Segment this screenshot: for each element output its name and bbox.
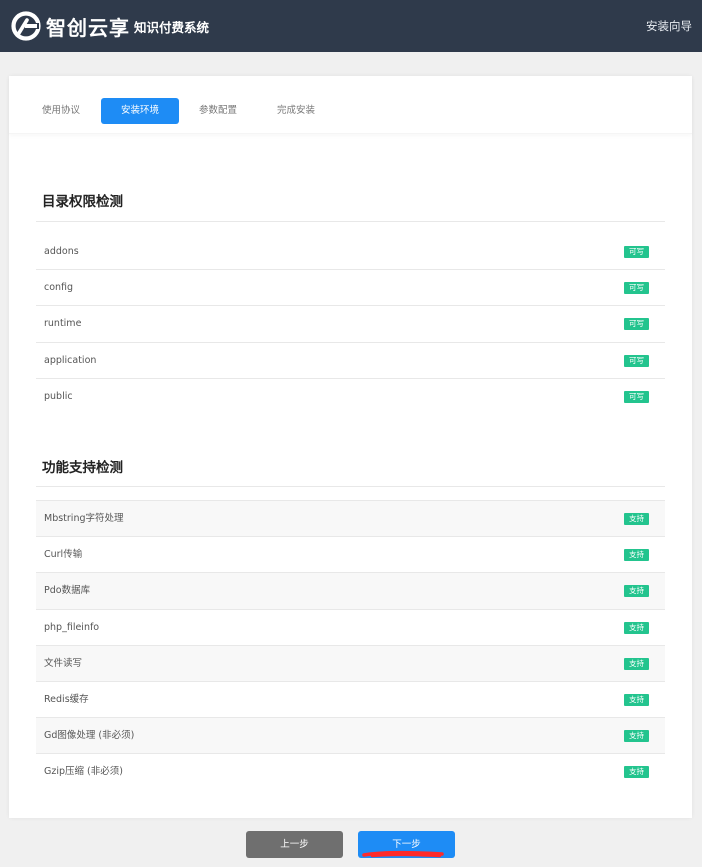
install-guide-link[interactable]: 安装向导 [646,18,692,34]
table-row: Curl传输 支持 [36,537,665,574]
red-annotation-scribble [362,850,444,858]
status-badge: 可写 [624,354,649,367]
top-header: 智创云享 知识付费系统 安装向导 [0,0,702,52]
status-badge: 可写 [624,390,649,403]
table-row: 文件读写 支持 [36,645,665,682]
feature-name: Redis缓存 [44,693,89,705]
prev-step-button[interactable]: 上一步 [246,831,343,858]
table-row: Gzip压缩 (非必须) 支持 [36,754,665,790]
tab-environment[interactable]: 安装环境 [101,98,179,124]
table-row: runtime 可写 [36,306,665,343]
brand-subtitle: 知识付费系统 [134,19,210,35]
dir-section-title: 目录权限检测 [42,194,123,210]
status-badge: 支持 [624,657,649,670]
status-badge: 支持 [624,730,649,743]
dir-permission-list: addons 可写 config 可写 runtime 可写 applicati… [36,234,665,415]
dir-name: application [44,354,97,366]
dir-name: public [44,390,73,402]
section-divider [36,486,665,487]
table-row: public 可写 [36,379,665,415]
status-badge: 支持 [624,585,649,598]
table-row: php_fileinfo 支持 [36,610,665,646]
feature-name: Gd图像处理 (非必须) [44,730,135,742]
func-section-title: 功能支持检测 [42,460,123,476]
status-badge: 支持 [624,513,649,525]
table-row: Pdo数据库 支持 [36,573,665,610]
tab-config[interactable]: 参数配置 [179,98,257,124]
tab-complete[interactable]: 完成安装 [257,98,335,124]
table-row: Mbstring字符处理 支持 [36,501,665,538]
feature-name: Gzip压缩 (非必须) [44,766,123,778]
dir-name: config [44,282,74,294]
feature-name: Pdo数据库 [44,585,91,597]
status-badge: 支持 [624,766,649,779]
table-row: config 可写 [36,270,665,307]
tab-agreement[interactable]: 使用协议 [22,98,100,124]
install-card: 使用协议 安装环境 参数配置 完成安装 目录权限检测 addons 可写 con… [9,76,692,818]
feature-name: 文件读写 [44,657,83,669]
status-badge: 支持 [624,549,649,562]
brand-name: 智创云享 [46,15,130,40]
table-row: application 可写 [36,343,665,379]
status-badge: 可写 [624,246,649,258]
feature-name: Mbstring字符处理 [44,513,124,524]
dir-name: addons [44,246,79,257]
status-badge: 支持 [624,693,649,706]
table-row: addons 可写 [36,234,665,271]
status-badge: 可写 [624,282,649,295]
step-tabs: 使用协议 安装环境 参数配置 完成安装 [9,76,692,134]
feature-name: php_fileinfo [44,621,100,633]
brand-logo[interactable]: 智创云享 知识付费系统 [11,10,209,42]
dir-name: runtime [44,318,82,330]
status-badge: 可写 [624,318,649,331]
feature-name: Curl传输 [44,549,83,561]
func-support-list: Mbstring字符处理 支持 Curl传输 支持 Pdo数据库 支持 php_… [36,500,665,791]
section-divider [36,221,665,222]
table-row: Redis缓存 支持 [36,682,665,719]
table-row: Gd图像处理 (非必须) 支持 [36,718,665,755]
brand-g-logo-icon [11,11,41,41]
status-badge: 支持 [624,621,649,634]
